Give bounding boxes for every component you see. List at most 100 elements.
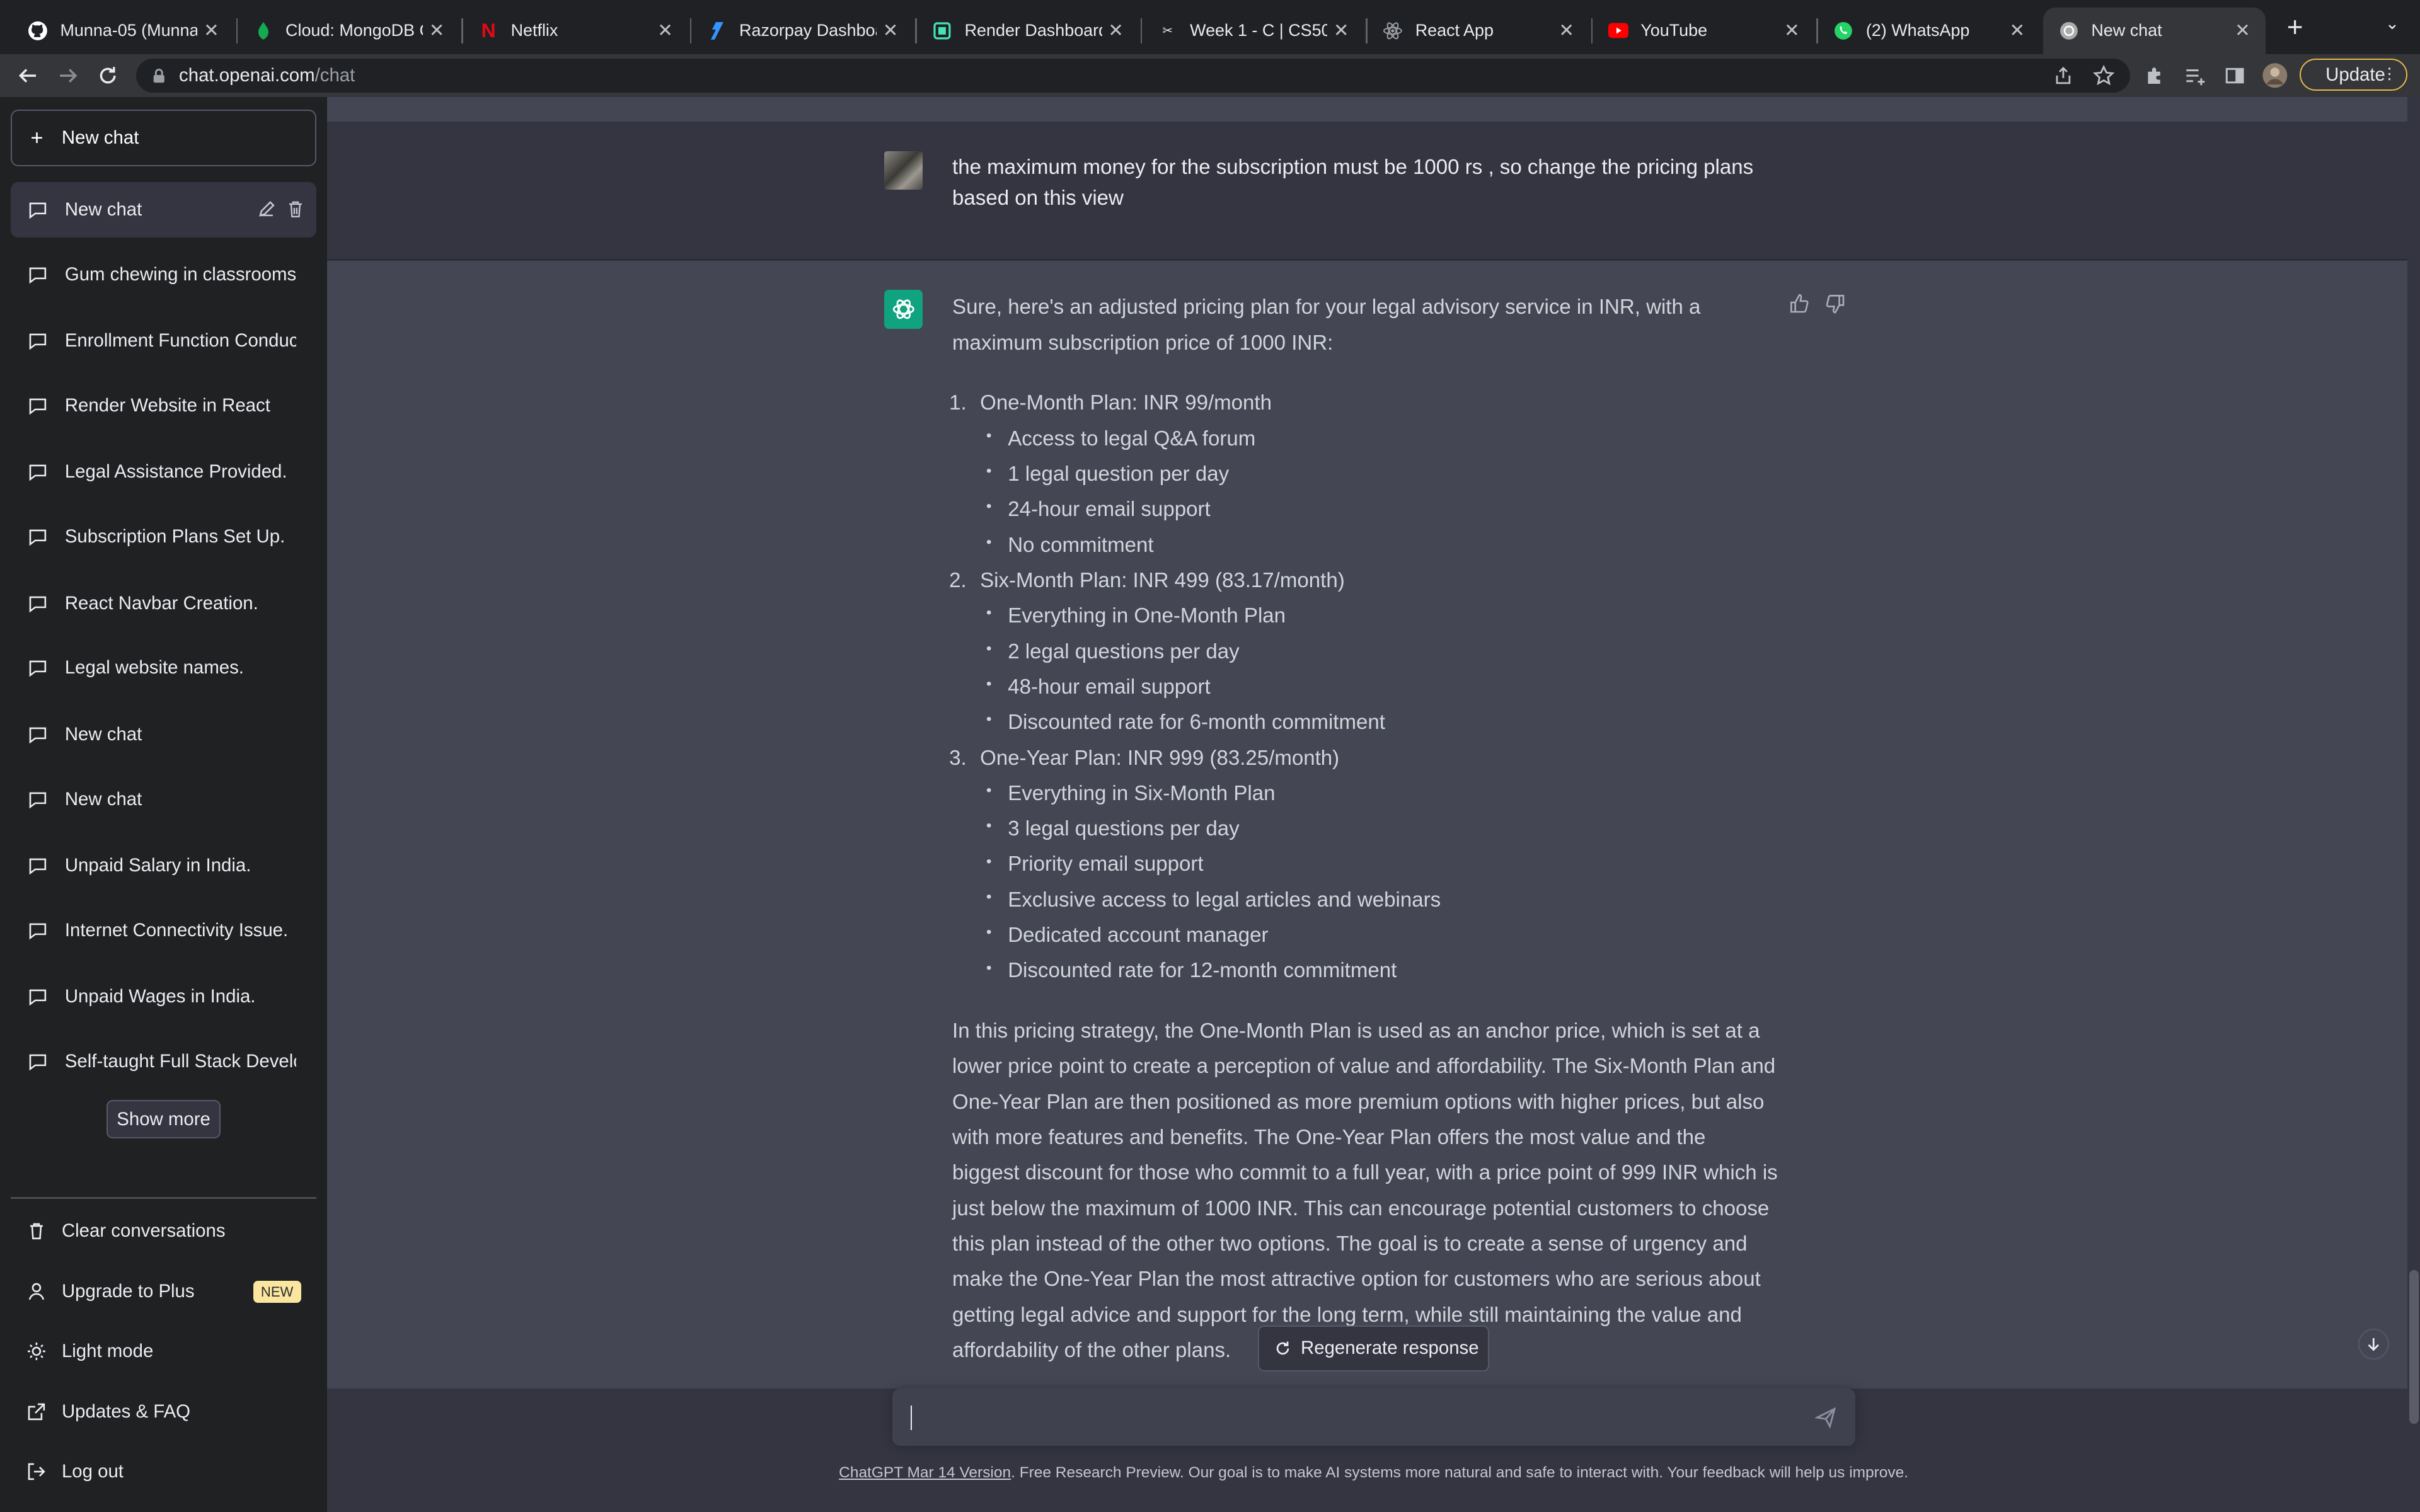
close-icon[interactable]: ✕ [651, 20, 679, 42]
more-vertical-icon[interactable]: ⋮ [2382, 64, 2397, 83]
close-icon[interactable]: ✕ [877, 20, 904, 42]
update-button[interactable]: Update ⋮ [2300, 59, 2408, 91]
plan-feature: 3 legal questions per day [980, 808, 1778, 847]
close-icon[interactable]: ✕ [2228, 20, 2256, 42]
plan-feature: 2 legal questions per day [980, 631, 1778, 670]
forward-icon[interactable] [52, 60, 83, 91]
log-out-button[interactable]: Log out [11, 1446, 316, 1498]
conversation-item[interactable]: Enrollment Function Conduct [11, 313, 316, 369]
close-icon[interactable]: ✕ [2003, 20, 2031, 42]
new-tab-button[interactable]: + [2278, 11, 2312, 45]
plan-feature: Access to legal Q&A forum [980, 418, 1778, 457]
trash-icon[interactable] [285, 199, 306, 219]
edit-icon[interactable] [256, 199, 277, 219]
reading-list-icon[interactable] [2181, 62, 2208, 89]
url-path: /chat [314, 64, 355, 86]
tab-search-icon[interactable]: ⌄ [2380, 14, 2404, 38]
scrollbar-thumb[interactable] [2409, 1269, 2419, 1424]
netflix-icon: N [481, 19, 496, 42]
updates-faq-link[interactable]: Updates & FAQ [11, 1385, 316, 1438]
arrow-down-icon [2368, 1337, 2380, 1351]
browser-tab-razorpay[interactable]: Razorpay Dashboard ✕ [691, 8, 914, 54]
close-icon[interactable]: ✕ [197, 20, 225, 42]
openai-logo-icon [884, 290, 923, 329]
browser-tab-github[interactable]: Munna-05 (Munna) ✕ [13, 8, 235, 54]
share-icon[interactable] [2049, 62, 2077, 89]
light-mode-button[interactable]: Light mode [11, 1326, 316, 1378]
close-icon[interactable]: ✕ [1102, 20, 1130, 42]
conversation-item[interactable]: Gum chewing in classrooms. [11, 247, 316, 302]
tab-title: Netflix [510, 21, 558, 40]
close-icon[interactable]: ✕ [1778, 20, 1806, 42]
browser-tab-mongodb[interactable]: Cloud: MongoDB Cloud ✕ [238, 8, 460, 54]
conversation-item[interactable]: Unpaid Wages in India. [11, 969, 316, 1024]
thumbs-up-icon[interactable] [1789, 293, 1810, 314]
new-chat-label: New chat [61, 127, 139, 149]
clear-conversations-button[interactable]: Clear conversations [11, 1205, 316, 1257]
plan-feature: Discounted rate for 6-month commitment [980, 702, 1778, 740]
browser-tab-netflix[interactable]: N Netflix ✕ [463, 8, 689, 54]
scroll-down-button[interactable] [2358, 1328, 2390, 1360]
new-badge: NEW [253, 1280, 301, 1303]
close-icon[interactable]: ✕ [423, 20, 451, 42]
side-panel-icon[interactable] [2221, 62, 2249, 89]
browser-tab-new-chat[interactable]: New chat ✕ [2043, 8, 2266, 54]
close-icon[interactable]: ✕ [1553, 20, 1581, 42]
plan-feature: Discounted rate for 12-month commitment [980, 951, 1778, 988]
browser-tab-render[interactable]: Render Dashboard ✕ [917, 8, 1139, 54]
chat-bubble-icon [29, 267, 47, 284]
thumbs-down-icon[interactable] [1824, 293, 1846, 314]
regenerate-response-button[interactable]: Regenerate response [1257, 1325, 1490, 1372]
lock-icon[interactable] [151, 68, 166, 83]
conversation-label: Self-taught Full Stack Develo [64, 1050, 297, 1072]
conversation-item[interactable]: New chat [11, 771, 316, 827]
browser-tab-react-app[interactable]: React App ✕ [1368, 8, 1590, 54]
user-avatar [884, 151, 923, 190]
conversation-item[interactable]: New chat [11, 181, 317, 238]
chat-bubble-icon [29, 529, 47, 546]
conversation-label: Render Website in React [64, 395, 270, 416]
assistant-summary: In this pricing strategy, the One-Month … [952, 1019, 1778, 1362]
conversation-item[interactable]: Unpaid Salary in India. [11, 838, 316, 893]
plan-title: One-Month Plan: INR 99/month [980, 391, 1272, 415]
chat-bubble-icon [29, 202, 47, 219]
extensions-icon[interactable] [2141, 62, 2169, 89]
version-link[interactable]: ChatGPT Mar 14 Version [839, 1464, 1011, 1481]
send-icon[interactable] [1815, 1407, 1836, 1429]
render-icon [932, 21, 952, 41]
conversation-item[interactable]: Legal Assistance Provided. [11, 444, 316, 500]
address-bar[interactable]: chat.openai.com/chat [135, 59, 2130, 93]
pricing-plan-list: 1. One-Month Plan: INR 99/month Access t… [949, 386, 1778, 989]
reload-icon[interactable] [93, 60, 124, 91]
bookmark-star-icon[interactable] [2090, 62, 2118, 89]
url-host: chat.openai.com [179, 64, 315, 86]
openai-icon [2059, 21, 2079, 41]
upgrade-to-plus-button[interactable]: Upgrade to Plus NEW [11, 1265, 316, 1317]
profile-avatar-icon[interactable] [2261, 62, 2289, 89]
conversation-item[interactable]: Internet Connectivity Issue. [11, 903, 316, 958]
chat-bubble-icon [29, 1054, 47, 1071]
conversation-item[interactable]: Render Website in React [11, 378, 316, 433]
back-icon[interactable] [13, 60, 43, 91]
tab-title: Week 1 - C | CS50x 2023 [1190, 21, 1327, 40]
conversation-item[interactable]: React Navbar Creation. [11, 575, 316, 631]
plus-icon: + [30, 125, 43, 150]
browser-tab-youtube[interactable]: YouTube ✕ [1593, 8, 1815, 54]
new-chat-button[interactable]: + New chat [11, 109, 317, 167]
plan-number: 2. [949, 568, 967, 592]
conversation-item[interactable]: Legal website names. [11, 640, 316, 696]
trash-icon [30, 1223, 43, 1240]
close-icon[interactable]: ✕ [1327, 20, 1355, 42]
conversation-label: Legal Assistance Provided. [64, 461, 287, 483]
browser-tab-whatsapp[interactable]: (2) WhatsApp ✕ [1818, 8, 2041, 54]
browser-tab-cs50[interactable]: ✂ Week 1 - C | CS50x 2023 ✕ [1142, 8, 1364, 54]
conversation-label: Subscription Plans Set Up. [64, 526, 285, 547]
text-caret [910, 1406, 913, 1431]
conversation-item[interactable]: New chat [11, 707, 316, 762]
feedback-buttons [1789, 293, 1846, 314]
message-input[interactable] [892, 1389, 1855, 1446]
conversation-item[interactable]: Self-taught Full Stack Develo [11, 1034, 316, 1089]
chat-bubble-icon [29, 858, 47, 875]
show-more-button[interactable]: Show more [106, 1100, 221, 1139]
conversation-item[interactable]: Subscription Plans Set Up. [11, 509, 316, 564]
